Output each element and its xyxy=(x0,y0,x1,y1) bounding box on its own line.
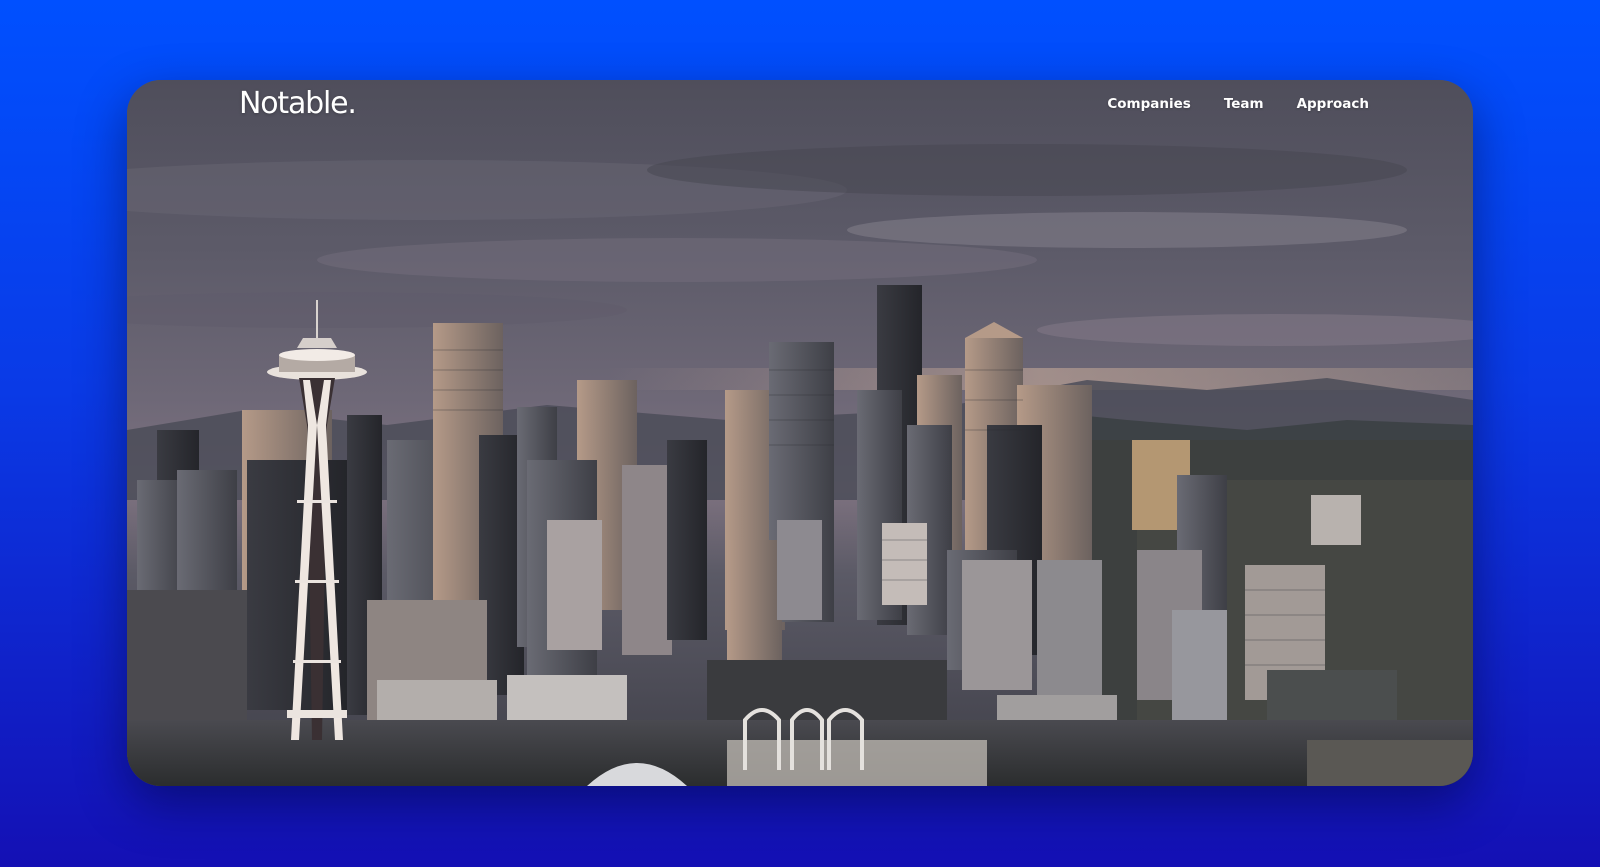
nav-link-team[interactable]: Team xyxy=(1224,96,1264,112)
nav-link-approach[interactable]: Approach xyxy=(1297,96,1369,112)
hero-video-frame: Notable. Companies Team Approach xyxy=(127,80,1473,786)
city-skyline-image xyxy=(127,80,1473,786)
brand-logo[interactable]: Notable. xyxy=(239,86,357,121)
nav-links: Companies Team Approach xyxy=(1107,96,1369,112)
nav-link-companies[interactable]: Companies xyxy=(1107,96,1190,112)
top-navigation: Notable. Companies Team Approach xyxy=(127,80,1473,140)
